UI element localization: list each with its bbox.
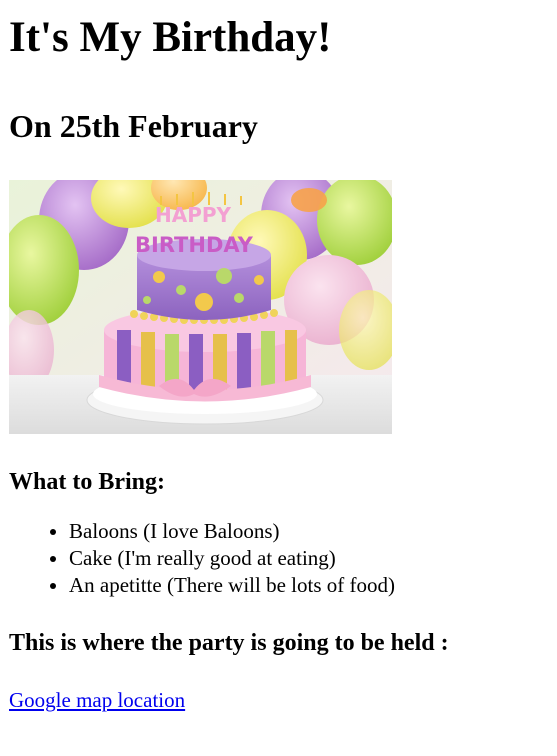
bring-list: Baloons (I love Baloons) Cake (I'm reall… — [9, 518, 548, 599]
cake-birthday-letters: BIRTHDAY — [135, 233, 254, 257]
party-date: On 25th February — [9, 108, 258, 144]
list-item: Baloons (I love Baloons) — [69, 518, 548, 545]
cake-happy-letters: HAPPY — [155, 203, 232, 227]
what-to-bring-heading: What to Bring: — [9, 469, 165, 495]
list-item: Cake (I'm really good at eating) — [69, 545, 548, 572]
birthday-cake-image: HAPPY BIRTHDAY — [9, 180, 392, 434]
list-item: An apetitte (There will be lots of food) — [69, 572, 548, 599]
page-title: It's My Birthday! — [9, 14, 332, 61]
venue-heading: This is where the party is going to be h… — [9, 630, 449, 656]
page-content: It's My Birthday! On 25th February HAPPY… — [0, 14, 557, 713]
google-map-link[interactable]: Google map location — [9, 687, 185, 713]
